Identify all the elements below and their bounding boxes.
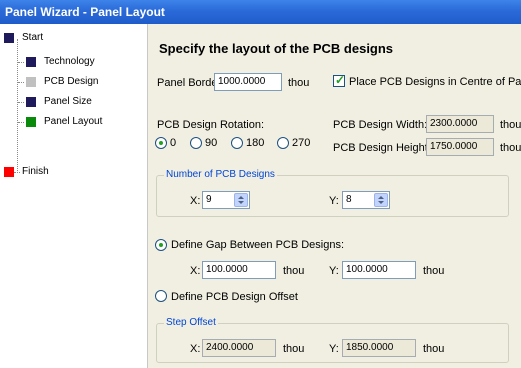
step-y-unit: thou xyxy=(423,343,445,355)
centre-checkbox-label: Place PCB Designs in Centre of Panel xyxy=(349,76,521,88)
chevron-up-icon xyxy=(238,196,244,199)
rotation-radio-270[interactable] xyxy=(277,137,289,149)
number-y-spinner[interactable]: 8 xyxy=(342,191,390,209)
gap-radio[interactable] xyxy=(155,239,167,251)
main-panel: Specify the layout of the PCB designs Pa… xyxy=(148,24,521,368)
step-label: Panel Layout xyxy=(44,116,103,127)
gap-y-unit: thou xyxy=(423,265,445,277)
design-height-label: PCB Design Height: xyxy=(333,142,431,154)
tree-branch xyxy=(18,122,24,123)
gap-label: Define Gap Between PCB Designs: xyxy=(171,239,345,251)
tree-branch xyxy=(18,82,24,83)
gap-x-label: X: xyxy=(190,265,201,277)
spinner-buttons[interactable] xyxy=(234,193,248,207)
panel-border-unit: thou xyxy=(288,77,310,89)
step-square-icon xyxy=(26,77,36,87)
window-title: Panel Wizard - Panel Layout xyxy=(0,0,521,24)
step-x-label: X: xyxy=(190,343,201,355)
gap-y-label: Y: xyxy=(329,265,339,277)
step-label: PCB Design xyxy=(44,76,99,87)
rotation-option-180: 180 xyxy=(246,137,265,149)
step-x-field: 2400.0000 xyxy=(202,339,276,357)
step-square-icon xyxy=(26,57,36,67)
tree-branch xyxy=(14,172,20,173)
design-height-unit: thou xyxy=(500,142,521,154)
step-square-icon xyxy=(4,33,14,43)
chevron-down-icon xyxy=(378,201,384,204)
step-square-icon xyxy=(26,117,36,127)
number-x-value: 9 xyxy=(206,194,212,205)
centre-checkbox[interactable]: ✓ xyxy=(333,73,346,87)
chevron-up-icon xyxy=(378,196,384,199)
gap-x-unit: thou xyxy=(283,265,305,277)
design-width-unit: thou xyxy=(500,119,521,131)
number-y-label: Y: xyxy=(329,195,339,207)
step-y-label: Y: xyxy=(329,343,339,355)
rotation-radio-180[interactable] xyxy=(231,137,243,149)
chevron-down-icon xyxy=(238,201,244,204)
rotation-label: PCB Design Rotation: xyxy=(157,119,264,131)
design-height-field: 1750.0000 xyxy=(426,138,494,156)
wizard-steps: Start Technology PCB Design Panel Size P… xyxy=(0,24,148,368)
step-square-icon xyxy=(26,97,36,107)
number-group-title: Number of PCB Designs xyxy=(164,169,277,180)
radio-dot-icon xyxy=(159,243,163,247)
check-icon: ✓ xyxy=(335,73,346,87)
number-x-spinner[interactable]: 9 xyxy=(202,191,250,209)
page-heading: Specify the layout of the PCB designs xyxy=(159,41,394,56)
offset-radio[interactable] xyxy=(155,290,167,302)
tree-branch xyxy=(18,62,24,63)
step-label: Start xyxy=(22,32,44,43)
step-offset-title: Step Offset xyxy=(164,317,218,328)
number-x-label: X: xyxy=(190,195,201,207)
step-x-unit: thou xyxy=(283,343,305,355)
design-width-label: PCB Design Width: xyxy=(333,119,428,131)
rotation-radio-90[interactable] xyxy=(190,137,202,149)
step-y-field: 1850.0000 xyxy=(342,339,416,357)
step-label: Panel Size xyxy=(44,96,92,107)
offset-label: Define PCB Design Offset xyxy=(171,291,298,303)
step-label: Technology xyxy=(44,56,95,67)
rotation-option-90: 90 xyxy=(205,137,218,149)
rotation-radio-0[interactable] xyxy=(155,137,167,149)
gap-x-input[interactable]: 100.0000 xyxy=(202,261,276,279)
design-width-field: 2300.0000 xyxy=(426,115,494,133)
radio-dot-icon xyxy=(159,141,163,145)
number-y-value: 8 xyxy=(346,194,352,205)
step-label: Finish xyxy=(22,166,49,177)
tree-line xyxy=(17,39,18,173)
tree-branch xyxy=(18,102,24,103)
step-square-icon xyxy=(4,167,14,177)
gap-y-input[interactable]: 100.0000 xyxy=(342,261,416,279)
rotation-option-0: 0 xyxy=(170,137,177,149)
spinner-buttons[interactable] xyxy=(374,193,388,207)
rotation-option-270: 270 xyxy=(292,137,311,149)
panel-border-input[interactable]: 1000.0000 xyxy=(214,73,282,91)
